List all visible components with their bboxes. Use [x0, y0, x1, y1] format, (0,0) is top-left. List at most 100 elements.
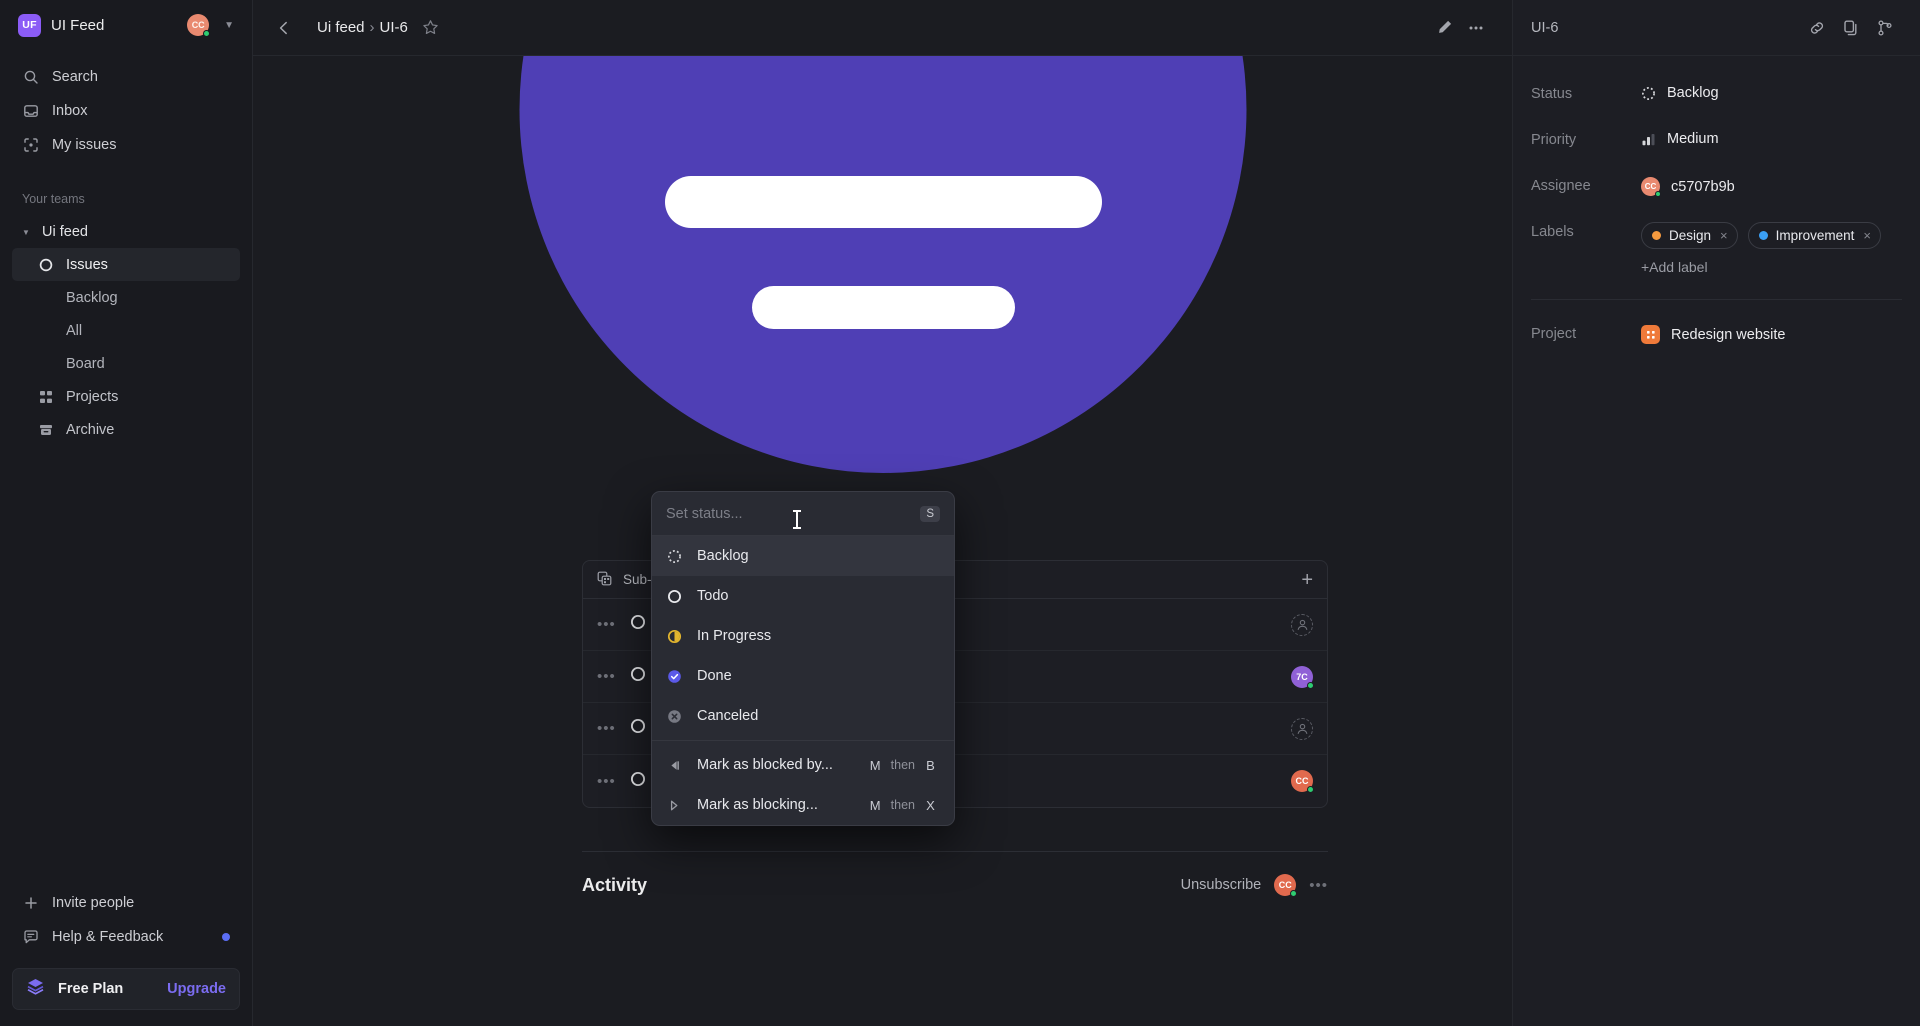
plus-icon	[22, 895, 39, 912]
avatar[interactable]	[1291, 717, 1313, 740]
label-chip-design[interactable]: Design ×	[1641, 222, 1738, 249]
sidebar-item-label: All	[66, 322, 83, 339]
sidebar-item-projects[interactable]: Projects	[12, 380, 240, 413]
avatar[interactable]	[1291, 613, 1313, 636]
projects-icon	[38, 389, 53, 404]
menu-item-label: Mark as blocking...	[697, 797, 818, 813]
status-todo-icon[interactable]	[630, 614, 646, 635]
row-menu-icon[interactable]: •••	[597, 720, 616, 737]
shortcut-then: then	[890, 758, 915, 772]
status-search-row[interactable]: S	[652, 492, 954, 536]
add-sub-issue-button[interactable]: +	[1301, 570, 1313, 590]
avatar[interactable]: CC	[187, 14, 211, 37]
sidebar-item-label: Projects	[66, 388, 119, 405]
copy-icon[interactable]	[1834, 11, 1868, 45]
property-labels: Labels Design × Improvement × +Add label	[1531, 220, 1902, 275]
more-horizontal-icon[interactable]: •••	[1309, 877, 1328, 894]
sidebar-item-label: Issues	[66, 256, 108, 273]
sidebar-item-invite-people[interactable]: Invite people	[12, 886, 240, 920]
sidebar-item-backlog[interactable]: Backlog	[12, 281, 240, 314]
sidebar-item-archive[interactable]: Archive	[12, 413, 240, 446]
workspace-name: UI Feed	[51, 16, 105, 34]
status-option-done[interactable]: Done	[652, 656, 954, 696]
cover-bar-primary	[664, 176, 1102, 228]
workspace-switcher[interactable]: UF UI Feed CC ▼	[12, 0, 240, 50]
favorite-star-icon[interactable]	[422, 19, 439, 36]
status-dropdown-menu[interactable]: S Backlog Todo In Progress	[651, 491, 955, 826]
menu-item-mark-blocked-by[interactable]: Mark as blocked by... M then B	[652, 745, 954, 785]
cover-image	[253, 56, 1512, 473]
status-value-button[interactable]: Backlog	[1641, 82, 1719, 101]
circle-icon	[38, 257, 53, 272]
search-icon	[22, 69, 39, 86]
avatar[interactable]: 7C	[1291, 665, 1314, 689]
sidebar-item-search[interactable]: Search	[12, 60, 240, 94]
main-content: Ui feed › UI-6 + ••• ••• 7C ••• ••• CC A…	[252, 0, 1512, 1026]
issue-id: UI-6	[1531, 19, 1559, 36]
labels-column: Design × Improvement × +Add label	[1641, 220, 1881, 275]
activity-title: Activity	[582, 874, 648, 895]
status-option-canceled[interactable]: Canceled	[652, 696, 954, 736]
chevron-down-icon[interactable]: ▼	[22, 228, 32, 237]
add-label-button[interactable]: +Add label	[1641, 259, 1708, 275]
property-label: Project	[1531, 326, 1577, 342]
online-indicator	[1290, 890, 1298, 897]
status-todo-icon[interactable]	[630, 666, 646, 687]
plan-name: Free Plan	[58, 981, 124, 997]
app-root: UF UI Feed CC ▼ Search Inbox My issues Y…	[0, 0, 1920, 1026]
sidebar-item-board[interactable]: Board	[12, 347, 240, 380]
label-chip-improvement[interactable]: Improvement ×	[1747, 222, 1881, 249]
status-todo-icon[interactable]	[630, 771, 646, 792]
chevron-down-icon[interactable]: ▼	[224, 20, 234, 31]
label-chip-text: Improvement	[1775, 228, 1855, 243]
pencil-icon[interactable]	[1428, 12, 1460, 44]
branch-icon[interactable]	[1868, 11, 1902, 45]
sidebar-team-uifeed[interactable]: ▼ Ui feed	[12, 216, 240, 248]
avatar-initials: CC	[1295, 776, 1309, 786]
property-project: Project Redesign website	[1531, 322, 1902, 368]
row-menu-icon[interactable]: •••	[597, 616, 616, 633]
plan-card[interactable]: Free Plan Upgrade	[12, 968, 240, 1010]
avatar[interactable]: CC	[1274, 874, 1298, 897]
row-menu-icon[interactable]: •••	[597, 773, 616, 790]
sidebar-item-inbox[interactable]: Inbox	[12, 94, 240, 128]
status-option-todo[interactable]: Todo	[652, 576, 954, 616]
unsubscribe-button[interactable]: Unsubscribe	[1181, 877, 1262, 893]
labels-chips: Design × Improvement ×	[1641, 220, 1881, 249]
layers-icon	[26, 977, 45, 1001]
sidebar-item-help-feedback[interactable]: Help & Feedback	[12, 920, 240, 954]
sidebar-item-issues[interactable]: Issues	[12, 248, 240, 281]
row-menu-icon[interactable]: •••	[597, 668, 616, 685]
upgrade-button[interactable]: Upgrade	[167, 981, 226, 997]
avatar-initials: CC	[191, 20, 205, 30]
priority-value-button[interactable]: Medium	[1641, 128, 1719, 147]
sidebar-item-all[interactable]: All	[12, 314, 240, 347]
online-indicator	[1307, 786, 1314, 793]
sidebar-item-my-issues[interactable]: My issues	[12, 128, 240, 162]
breadcrumb-team[interactable]: Ui feed	[317, 19, 365, 36]
link-icon[interactable]	[1800, 11, 1834, 45]
status-todo-icon[interactable]	[630, 718, 646, 739]
sidebar: UF UI Feed CC ▼ Search Inbox My issues Y…	[0, 0, 252, 1026]
project-value-button[interactable]: Redesign website	[1641, 322, 1785, 344]
back-button[interactable]	[269, 13, 299, 43]
property-label: Status	[1531, 86, 1573, 102]
avatar[interactable]: CC	[1291, 770, 1314, 793]
status-option-backlog[interactable]: Backlog	[652, 536, 954, 576]
shortcut-group: M then X	[866, 798, 940, 813]
sidebar-nav: Search Inbox My issues	[12, 60, 240, 162]
assignee-value-button[interactable]: CC c5707b9b	[1641, 174, 1735, 197]
menu-item-mark-blocking[interactable]: Mark as blocking... M then X	[652, 785, 954, 825]
status-value-label: Backlog	[1667, 85, 1719, 101]
property-label: Assignee	[1531, 178, 1591, 194]
sidebar-item-label: Inbox	[52, 103, 88, 119]
remove-label-icon[interactable]: ×	[1863, 228, 1871, 243]
avatar-initials: CC	[1278, 880, 1292, 890]
more-horizontal-icon[interactable]	[1460, 12, 1492, 44]
cover-circle	[519, 56, 1246, 473]
status-search-input[interactable]	[666, 505, 921, 522]
status-option-in-progress[interactable]: In Progress	[652, 616, 954, 656]
property-priority: Priority Medium	[1531, 128, 1902, 174]
remove-label-icon[interactable]: ×	[1720, 228, 1728, 243]
my-issues-icon	[22, 137, 39, 154]
